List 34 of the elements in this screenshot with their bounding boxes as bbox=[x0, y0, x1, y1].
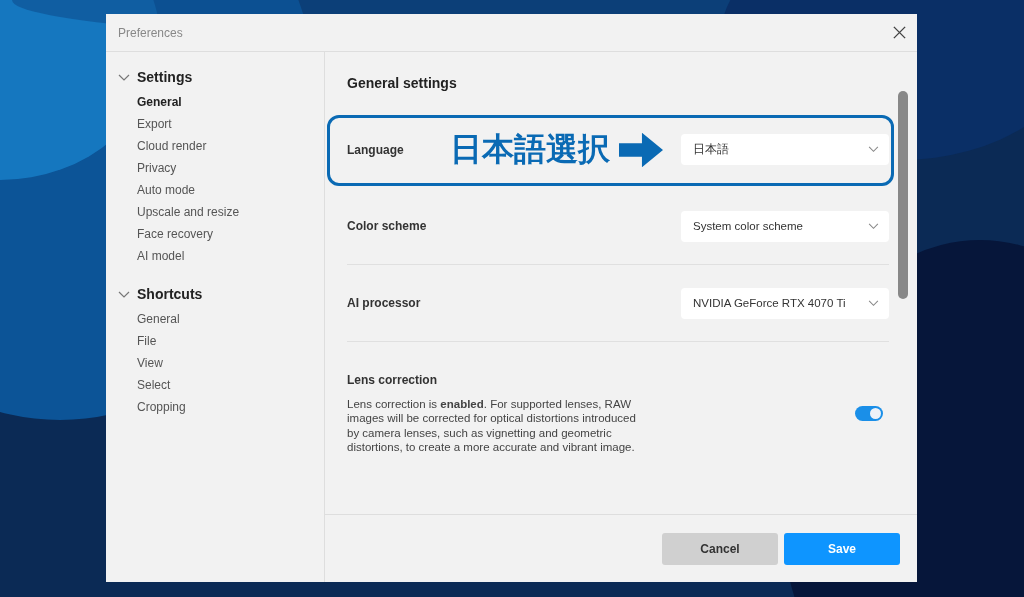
sidebar-item[interactable]: General bbox=[106, 308, 324, 330]
sidebar-item[interactable]: Cloud render bbox=[106, 135, 324, 157]
sidebar-item[interactable]: General bbox=[106, 91, 324, 113]
arrow-icon bbox=[618, 131, 663, 168]
sidebar-item[interactable]: Upscale and resize bbox=[106, 201, 324, 223]
chevron-icon bbox=[868, 146, 879, 153]
dropdown[interactable]: 日本語 bbox=[681, 134, 889, 165]
chevron-icon bbox=[868, 222, 879, 230]
section-title: Settings bbox=[137, 69, 193, 85]
sidebar-item[interactable]: Select bbox=[106, 374, 324, 396]
scrollbar[interactable] bbox=[898, 91, 908, 299]
setting-description: Lens correction is enabled. For supported lenses, RAW images will be corrected for optical distortions introduced by camera lenses, such as vignetting and geometric distortions, to create a more accurate and vibrant image. bbox=[347, 396, 637, 455]
setting-label: Language bbox=[347, 142, 404, 157]
sidebar-item[interactable]: Privacy bbox=[106, 157, 324, 179]
dropdown[interactable]: NVIDIA GeForce RTX 4070 Ti bbox=[681, 287, 889, 319]
sidebar-item[interactable]: Export bbox=[106, 113, 324, 135]
section-title: Shortcuts bbox=[137, 286, 203, 302]
setting-label: AI processor bbox=[347, 296, 421, 310]
cancel-button[interactable]: Cancel bbox=[662, 532, 778, 565]
annotation-label: 日本語選択 bbox=[449, 129, 610, 169]
sidebar-item[interactable]: File bbox=[106, 330, 324, 352]
sidebar-item[interactable]: Cropping bbox=[106, 396, 324, 418]
dropdown[interactable]: System color scheme bbox=[681, 210, 889, 242]
setting-label: Lens correction bbox=[347, 372, 439, 387]
sidebar-item[interactable]: AI model bbox=[106, 245, 324, 267]
toggle-switch[interactable] bbox=[855, 406, 883, 421]
sidebar-item[interactable]: View bbox=[106, 352, 324, 374]
setting-label: Color scheme bbox=[347, 219, 427, 233]
close-icon[interactable] bbox=[892, 25, 907, 40]
section-heading: General settings bbox=[346, 74, 458, 89]
window-title: Preferences bbox=[118, 25, 183, 40]
sidebar-item[interactable]: Face recovery bbox=[106, 223, 324, 245]
sidebar-item[interactable]: Auto mode bbox=[106, 179, 324, 201]
chevron-icon bbox=[868, 299, 879, 307]
